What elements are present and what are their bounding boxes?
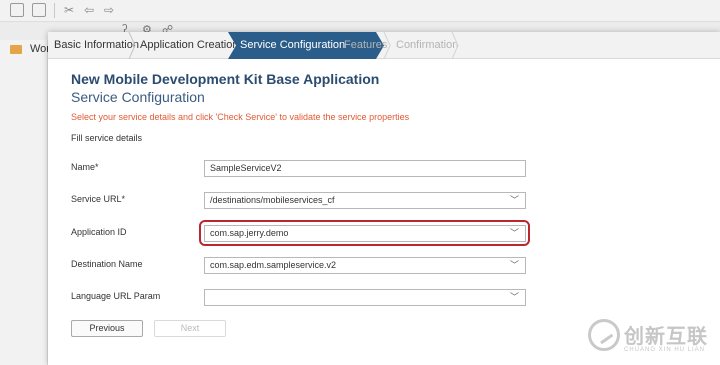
workspace-panel: Wor — [0, 40, 50, 365]
dialog-subtitle: Service Configuration — [71, 89, 205, 105]
watermark-subtext: CHUANG XIN HU LIAN — [624, 347, 706, 353]
watermark-text: 创新互联 — [624, 326, 708, 348]
application-id-label: Application ID — [71, 227, 127, 237]
chevron-down-icon[interactable]: ﹀ — [510, 226, 519, 241]
workspace-label[interactable]: Wor — [30, 43, 50, 55]
destination-name-label: Destination Name — [71, 259, 143, 269]
folder-icon — [10, 45, 22, 54]
name-input[interactable]: SampleServiceV2 — [204, 160, 526, 177]
save-icon[interactable] — [32, 3, 46, 17]
step-application-creation[interactable]: Application Creation — [134, 32, 238, 59]
section-heading: Fill service details — [71, 133, 143, 143]
watermark-logo: 创新互联 CHUANG XIN HU LIAN — [580, 314, 720, 362]
new-file-icon[interactable] — [10, 3, 24, 17]
step-basic-information[interactable]: Basic Information — [48, 32, 139, 59]
undo-icon[interactable]: ⇦ — [84, 2, 94, 18]
language-url-param-select[interactable]: ﹀ — [204, 289, 526, 306]
chevron-down-icon[interactable]: ﹀ — [510, 193, 519, 208]
name-label: Name* — [71, 162, 99, 172]
previous-button[interactable]: Previous — [71, 320, 143, 337]
next-button[interactable]: Next — [154, 320, 226, 337]
validation-hint: Select your service details and click 'C… — [71, 112, 410, 122]
service-url-value: /destinations/mobileservices_cf — [210, 195, 335, 205]
step-features[interactable]: Features — [338, 32, 387, 59]
ide-toolbar: ✂ ⇦ ⇨ — [0, 0, 720, 22]
destination-name-value: com.sap.edm.sampleservice.v2 — [210, 260, 337, 270]
service-url-label: Service URL* — [71, 194, 126, 204]
application-id-select[interactable]: com.sap.jerry.demo ﹀ — [204, 225, 526, 242]
service-url-select[interactable]: /destinations/mobileservices_cf ﹀ — [204, 192, 526, 209]
redo-icon[interactable]: ⇨ — [104, 2, 114, 18]
step-divider-icon — [451, 32, 459, 59]
step-service-configuration-label: Service Configuration — [240, 39, 346, 51]
destination-name-select[interactable]: com.sap.edm.sampleservice.v2 ﹀ — [204, 257, 526, 274]
chevron-down-icon[interactable]: ﹀ — [510, 290, 519, 305]
name-value: SampleServiceV2 — [210, 163, 282, 173]
application-id-value: com.sap.jerry.demo — [210, 228, 289, 238]
wizard-step-bar: Basic Information Application Creation S… — [48, 32, 720, 59]
chevron-down-icon[interactable]: ﹀ — [510, 258, 519, 273]
toolbar-separator — [54, 3, 55, 18]
cut-icon[interactable]: ✂ — [64, 2, 74, 18]
dialog-title: New Mobile Development Kit Base Applicat… — [71, 71, 380, 87]
language-url-param-label: Language URL Param — [71, 291, 161, 301]
step-confirmation[interactable]: Confirmation — [390, 32, 458, 59]
watermark-logo-icon — [588, 319, 620, 351]
